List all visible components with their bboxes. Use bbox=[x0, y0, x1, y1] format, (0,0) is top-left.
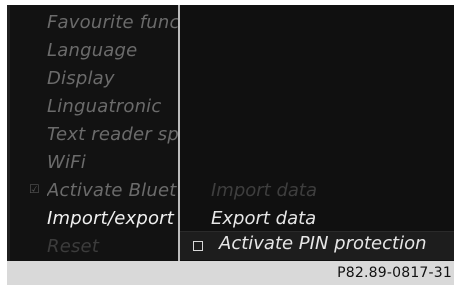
submenu-item-export-data[interactable]: Export data bbox=[211, 208, 316, 229]
submenu-item-activate-pin-protection[interactable]: Activate PIN protection bbox=[180, 231, 454, 260]
menu-item-reset[interactable]: Reset bbox=[47, 236, 179, 257]
submenu-item-label: Activate PIN protection bbox=[219, 233, 427, 254]
main-menu: Favourite func Language Display Linguatr… bbox=[7, 5, 179, 261]
menu-item-activate-bluetooth[interactable]: Activate Bluet bbox=[47, 180, 179, 201]
menu-item-language[interactable]: Language bbox=[47, 40, 179, 61]
menu-item-import-export[interactable]: Import/export bbox=[47, 208, 179, 229]
checkbox-icon[interactable] bbox=[193, 241, 203, 251]
submenu: Import data Export data Activate PIN pro… bbox=[180, 5, 454, 261]
figure-footer: P82.89-0817-31 bbox=[7, 261, 454, 285]
menu-item-display[interactable]: Display bbox=[47, 68, 179, 89]
menu-edge bbox=[7, 5, 10, 261]
menu-item-wifi[interactable]: WiFi bbox=[47, 152, 179, 173]
menu-item-favourite-functions[interactable]: Favourite func bbox=[47, 12, 179, 33]
checkbox-checked-icon: ☑ bbox=[29, 182, 40, 196]
menu-item-linguatronic[interactable]: Linguatronic bbox=[47, 96, 179, 117]
figure-code: P82.89-0817-31 bbox=[337, 265, 452, 281]
submenu-item-import-data[interactable]: Import data bbox=[211, 180, 317, 201]
display-screen: Favourite func Language Display Linguatr… bbox=[7, 5, 454, 261]
menu-item-text-reader-speed[interactable]: Text reader sp bbox=[47, 124, 179, 145]
